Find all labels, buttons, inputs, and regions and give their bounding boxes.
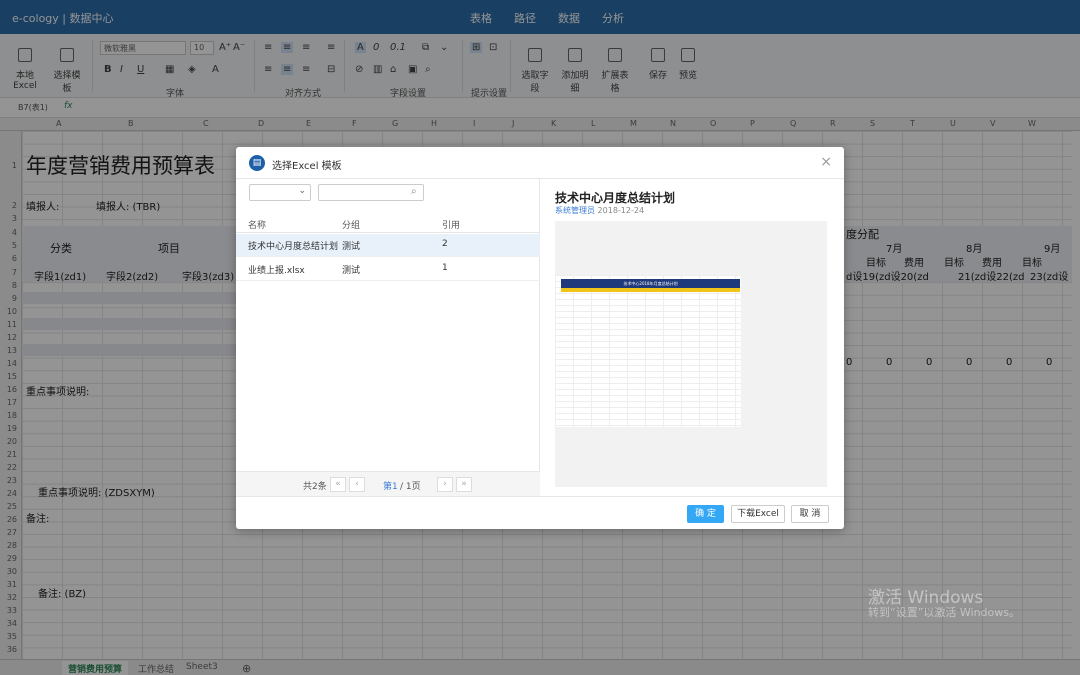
dialog-header: ▤ 选择Excel 模板 × bbox=[236, 147, 844, 179]
row-name: 技术中心月度总结计划 bbox=[248, 242, 339, 252]
dialog-footer: 确 定 下载Excel 取 消 bbox=[236, 496, 844, 529]
template-list-pane: ⌄ ⌕ 名称 分组 引用 技术中心月度总结计划 测试 2 业绩上报.xlsx 测… bbox=[236, 179, 540, 496]
document-icon: ▤ bbox=[249, 155, 265, 171]
preview-meta: 系统管理员 2018-12-24 bbox=[555, 205, 644, 216]
table-row[interactable]: 技术中心月度总结计划 测试 2 bbox=[236, 234, 540, 257]
cancel-button[interactable]: 取 消 bbox=[791, 505, 829, 523]
dialog-title: 选择Excel 模板 bbox=[272, 161, 342, 172]
preview-author: 系统管理员 bbox=[555, 206, 595, 215]
search-input[interactable] bbox=[318, 184, 424, 201]
row-group: 测试 bbox=[342, 266, 361, 276]
col-group-header: 分组 bbox=[342, 221, 361, 231]
group-filter-select[interactable]: ⌄ bbox=[249, 184, 311, 201]
template-preview-pane: 技术中心月度总结计划 系统管理员 2018-12-24 技术中心2018年月度总… bbox=[541, 179, 844, 496]
next-page-icon[interactable]: › bbox=[437, 477, 453, 492]
row-group: 测试 bbox=[342, 242, 361, 252]
page-total: / 1页 bbox=[400, 482, 421, 492]
preview-area: 技术中心2018年月度总结计划 bbox=[555, 221, 827, 487]
row-name: 业绩上报.xlsx bbox=[248, 266, 305, 276]
first-page-icon[interactable]: « bbox=[330, 477, 346, 492]
confirm-button[interactable]: 确 定 bbox=[687, 505, 724, 523]
col-ref-header: 引用 bbox=[442, 221, 461, 231]
col-name-header: 名称 bbox=[248, 221, 267, 231]
preview-sheet-thumbnail: 技术中心2018年月度总结计划 bbox=[555, 275, 741, 427]
current-page[interactable]: 第1 bbox=[383, 479, 398, 492]
row-ref: 2 bbox=[442, 239, 448, 249]
chevron-down-icon: ⌄ bbox=[298, 186, 306, 196]
table-header: 名称 分组 引用 bbox=[236, 213, 540, 233]
table-row[interactable]: 业绩上报.xlsx 测试 1 bbox=[236, 258, 540, 281]
activation-hint: 转到“设置”以激活 Windows。 bbox=[868, 606, 1020, 619]
preview-title: 技术中心月度总结计划 bbox=[555, 191, 676, 205]
prev-page-icon[interactable]: ‹ bbox=[349, 477, 365, 492]
close-icon[interactable]: × bbox=[820, 154, 832, 170]
row-ref: 1 bbox=[442, 263, 448, 273]
preview-header-row bbox=[561, 288, 740, 292]
select-template-dialog: ▤ 选择Excel 模板 × ⌄ ⌕ 名称 分组 引用 技术中心月度总结计划 测… bbox=[236, 147, 844, 529]
total-count: 共2条 bbox=[303, 482, 327, 492]
pagination: 共2条 « ‹ 第1 / 1页 › » bbox=[236, 471, 540, 496]
last-page-icon[interactable]: » bbox=[456, 477, 472, 492]
search-icon[interactable]: ⌕ bbox=[411, 186, 417, 197]
preview-banner: 技术中心2018年月度总结计划 bbox=[561, 279, 740, 288]
preview-date: 2018-12-24 bbox=[597, 206, 645, 215]
download-excel-button[interactable]: 下载Excel bbox=[731, 505, 785, 523]
